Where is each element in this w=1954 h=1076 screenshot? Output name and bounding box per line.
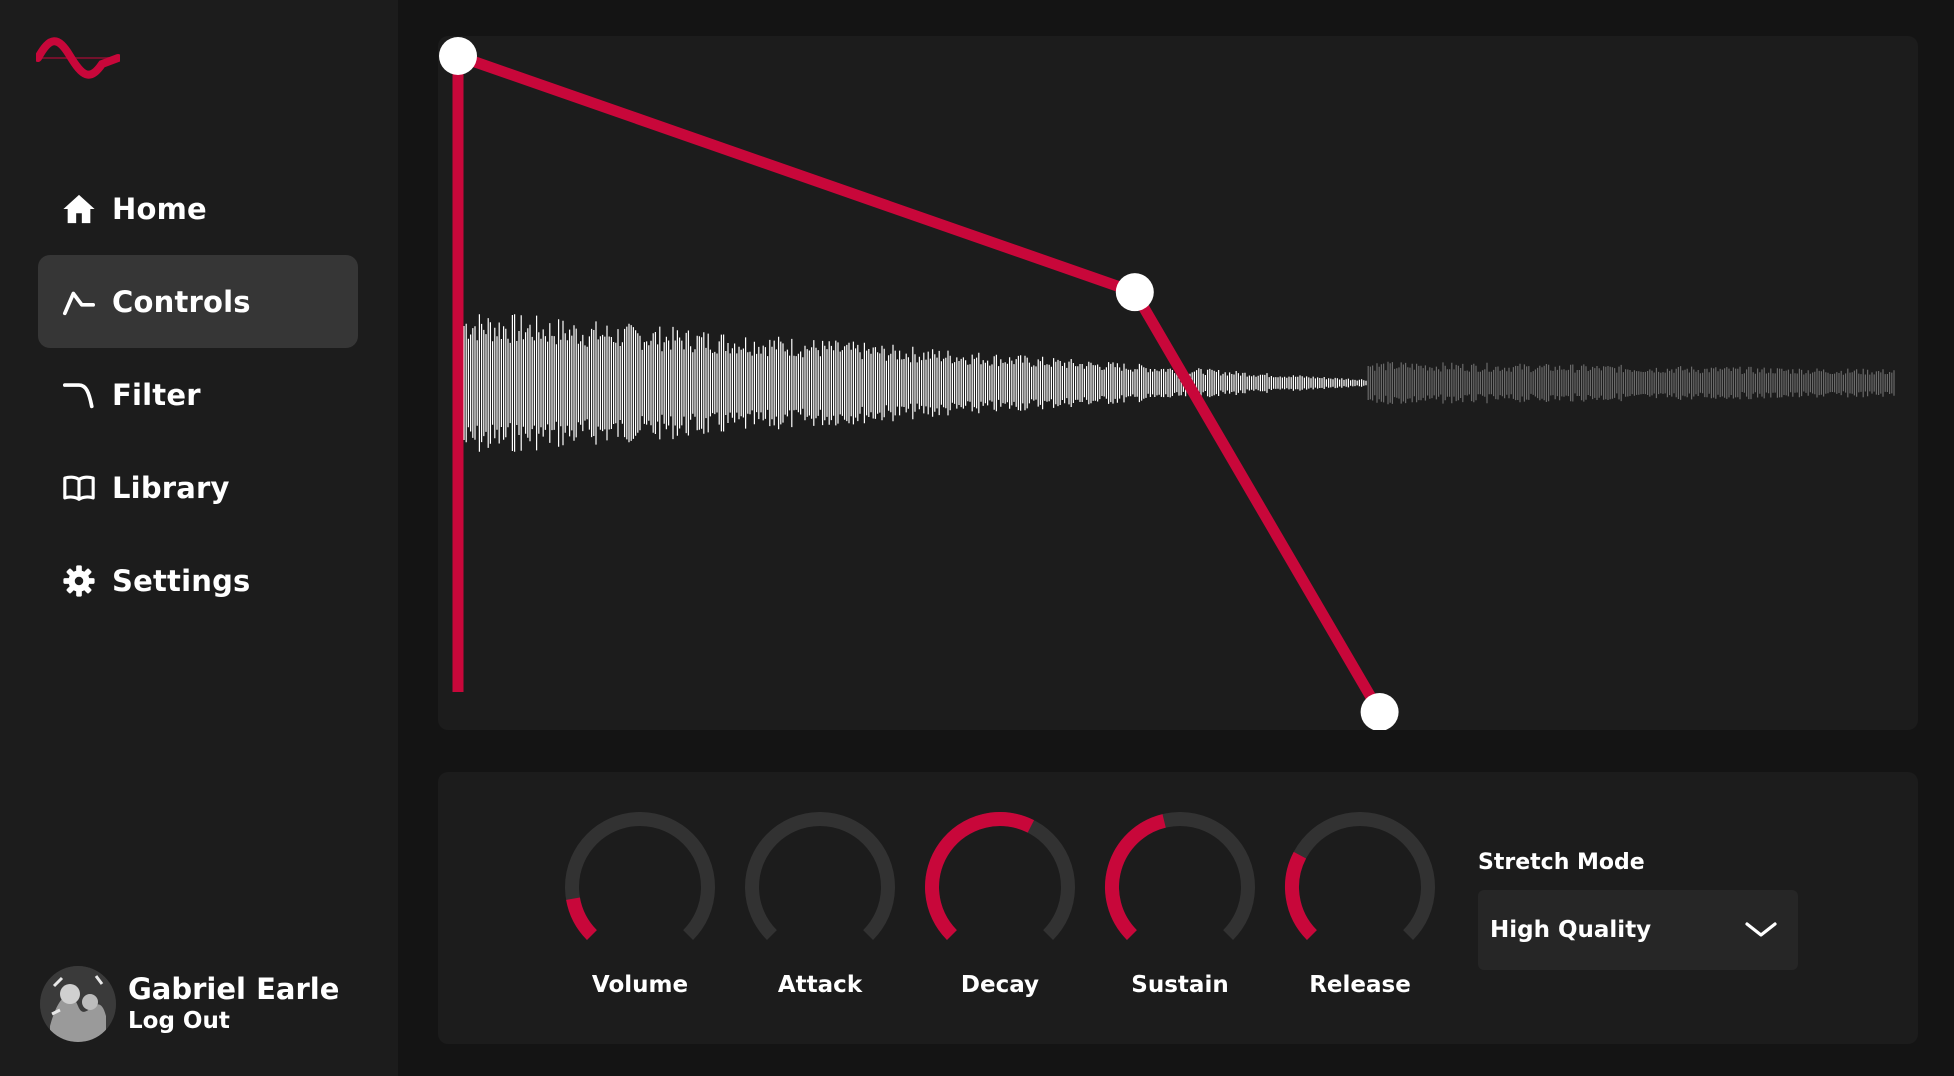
book-icon: [62, 471, 96, 505]
release-knob[interactable]: [1280, 812, 1440, 962]
attack-knob[interactable]: [740, 812, 900, 962]
envelope-graph[interactable]: [438, 36, 1918, 730]
waveform: [463, 314, 1895, 452]
release-label: Release: [1309, 972, 1411, 998]
sidebar-item-label: Home: [112, 191, 207, 226]
waveform-dim: [1367, 361, 1895, 405]
envelope-attack-handle[interactable]: [439, 37, 477, 75]
sustain-knob[interactable]: [1100, 812, 1260, 962]
avatar[interactable]: [40, 966, 116, 1042]
filter-curve-icon: [62, 378, 96, 412]
sidebar-item-label: Settings: [112, 563, 251, 598]
sustain-label: Sustain: [1131, 972, 1229, 998]
sidebar-item-label: Filter: [112, 377, 201, 412]
sidebar-item-home[interactable]: Home: [38, 162, 358, 255]
chevron-down-icon: [1745, 922, 1777, 937]
sidebar-nav: Home Controls Filter Library Settings: [38, 162, 358, 627]
home-icon: [62, 192, 96, 226]
user-profile: Gabriel Earle Log Out: [40, 966, 339, 1042]
sidebar-item-filter[interactable]: Filter: [38, 348, 358, 441]
gear-icon: [62, 564, 96, 598]
volume-label: Volume: [591, 972, 689, 998]
stretch-mode-label: Stretch Mode: [1478, 850, 1645, 875]
sidebar-item-controls[interactable]: Controls: [38, 255, 358, 348]
envelope-release-handle[interactable]: [1360, 693, 1399, 730]
sidebar-item-label: Controls: [112, 284, 251, 319]
envelope-icon: [62, 285, 96, 319]
stretch-mode-value: High Quality: [1490, 917, 1652, 943]
logout-link[interactable]: Log Out: [128, 1006, 339, 1036]
decay-label: Decay: [960, 972, 1040, 998]
sidebar-item-label: Library: [112, 470, 230, 505]
sidebar: Home Controls Filter Library Settings Ga…: [0, 0, 398, 1076]
sidebar-item-library[interactable]: Library: [38, 441, 358, 534]
envelope-editor[interactable]: [438, 36, 1918, 730]
waveform-bright: [463, 314, 1367, 452]
wave-logo-icon[interactable]: [36, 34, 120, 86]
stretch-mode-select[interactable]: High Quality: [1478, 890, 1798, 970]
decay-knob[interactable]: [920, 812, 1080, 962]
volume-knob[interactable]: [560, 812, 720, 962]
controls-panel: Volume Attack Decay Sustain Release Stre…: [438, 772, 1918, 1044]
sidebar-item-settings[interactable]: Settings: [38, 534, 358, 627]
user-name: Gabriel Earle: [128, 972, 340, 1006]
attack-label: Attack: [777, 972, 863, 998]
envelope-decay-handle[interactable]: [1115, 273, 1154, 312]
